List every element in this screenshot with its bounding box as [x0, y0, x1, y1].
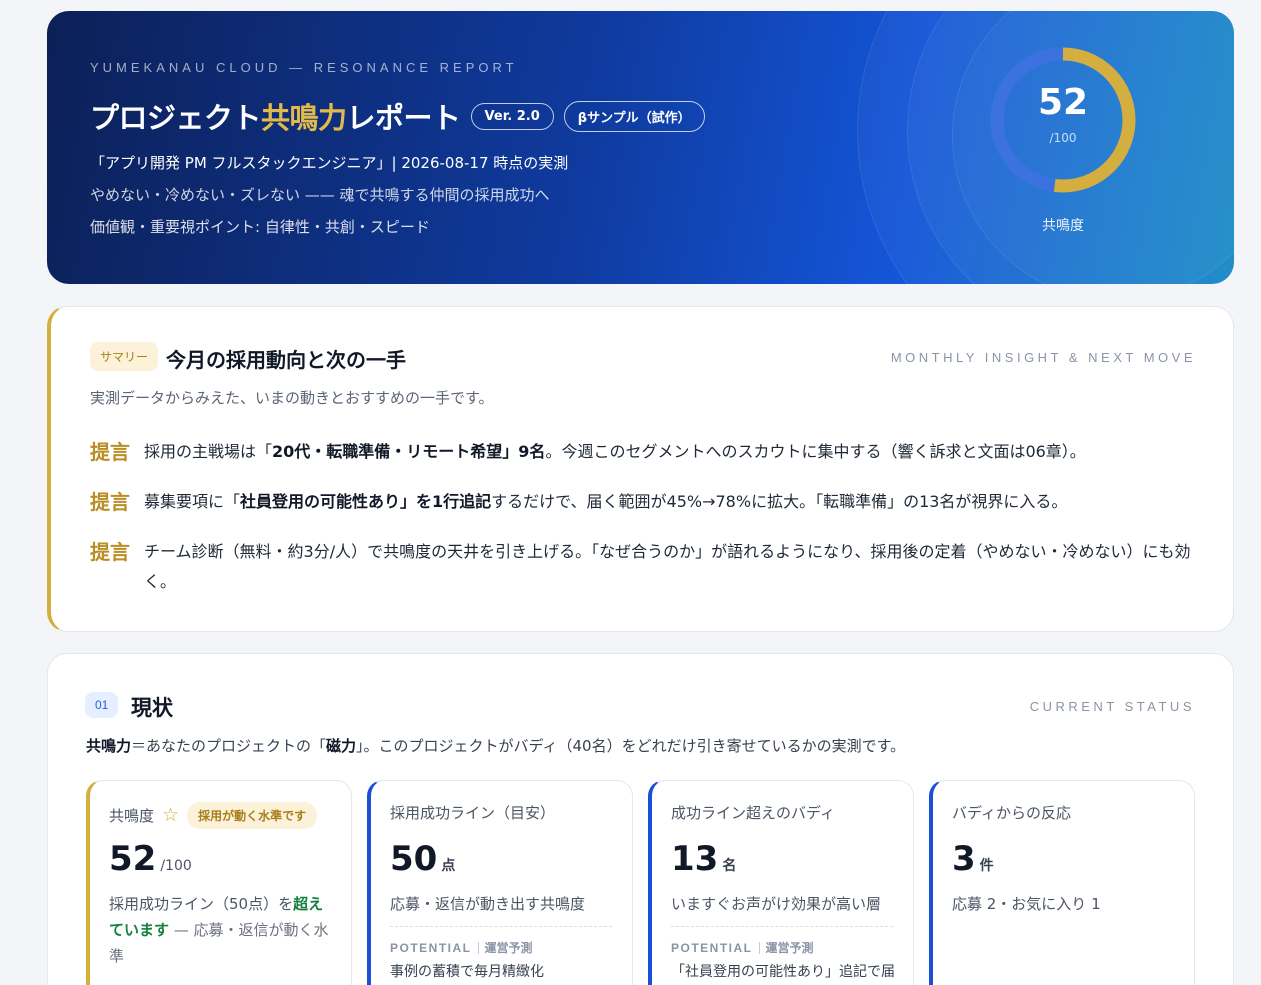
status-english-label: CURRENT STATUS — [1029, 699, 1195, 714]
proposal-text-part: するだけで、届く範囲が45%→78%に拡大。「転職準備」の13名が視界に入る。 — [491, 492, 1068, 511]
potential-key: POTENTIAL — [671, 940, 753, 955]
potential-text: 「社員登用の可能性あり」追記で届 — [671, 964, 895, 980]
status-desc-bold: 共鳴力 — [86, 737, 132, 755]
potential-value: 運営予測 — [765, 941, 814, 955]
status-desc-part: 」。このプロジェクトがバディ（40名）をどれだけ引き寄せているかの実測です。 — [356, 737, 906, 755]
kpi-label: 共鳴度 — [109, 807, 155, 825]
hero-title-row: プロジェクト共鳴力レポート Ver. 2.0 βサンプル（試作） — [90, 95, 705, 137]
kpi-divider — [390, 926, 612, 927]
proposal-item: 提言 チーム診断（無料・約3分/人）で共鳴度の天井を引き上げる。「なぜ合うのか」… — [90, 539, 1200, 597]
kpi-card-resonance: 共鳴度 ☆ 採用が動く水準です 52 /100 採用成功ライン（50点）を超えて… — [86, 780, 352, 985]
kpi-label: バディからの反応 — [952, 804, 1071, 822]
kpi-label: 採用成功ライン（目安） — [390, 804, 556, 822]
proposal-emphasis: 」9名 — [502, 442, 546, 461]
page-title: プロジェクト共鳴力レポート — [90, 95, 461, 137]
kpi-divider — [671, 926, 893, 927]
potential-separator — [477, 941, 479, 954]
kpi-label-row: 共鳴度 ☆ 採用が動く水準です — [109, 802, 318, 829]
kpi-label: 成功ライン超えのバディ — [671, 804, 835, 822]
proposal-text-part: 採用の主戦場は「 — [144, 442, 273, 461]
proposal-text: 募集要項に「社員登用の可能性あり」を1行追記するだけで、届く範囲が45%→78%… — [144, 487, 1067, 517]
proposal-badge: 提言 — [90, 440, 130, 464]
summary-card: サマリー 今月の採用動向と次の一手 MONTHLY INSIGHT & NEXT… — [47, 306, 1234, 632]
proposal-text-part: 。今週このセグメントへのスカウトに集中する（響く訴求と文面は06章）。 — [545, 442, 1086, 461]
summary-tag: サマリー — [90, 342, 159, 371]
title-part: プロジェクト — [90, 101, 262, 135]
proposal-emphasis: 20代・転職準備・リモート希望 — [272, 442, 503, 461]
star-outline-icon: ☆ — [162, 804, 180, 826]
status-title: 現状 — [131, 696, 173, 720]
kpi-potential-label: POTENTIAL 運営予測 — [671, 939, 814, 956]
proposal-item: 提言 募集要項に「社員登用の可能性あり」を1行追記するだけで、届く範囲が45%→… — [90, 489, 1200, 517]
kpi-label-row: バディからの反応 — [952, 802, 1071, 823]
potential-value: 運営予測 — [484, 941, 533, 955]
summary-lead: 実測データからみえた、いまの動きとおすすめの一手です。 — [90, 389, 494, 407]
proposal-emphasis: 」を1行追記 — [400, 492, 492, 511]
proposal-badge: 提言 — [90, 540, 130, 564]
gauge-label: 共鳴度 — [1042, 218, 1084, 234]
kpi-note: いますぐお声がけ効果が高い層 — [671, 895, 882, 913]
kpi-potential-label: POTENTIAL 運営予測 — [390, 939, 533, 956]
kpi-label-row: 成功ライン超えのバディ — [671, 802, 835, 823]
kpi-card-buddies-over-line: 成功ライン超えのバディ 13 名 いますぐお声がけ効果が高い層 POTENTIA… — [648, 780, 914, 985]
kpi-note-part: 採用成功ライン（50点）を — [109, 895, 294, 913]
kpi-value-row: 3 件 — [952, 839, 994, 879]
beta-pill: βサンプル（試作） — [563, 100, 705, 132]
status-desc-bold: 磁力 — [326, 737, 357, 755]
summary-heading: 今月の採用動向と次の一手 — [166, 348, 406, 372]
kpi-value: 50 — [390, 839, 438, 879]
proposal-emphasis: 社員登用の可能性あり — [240, 492, 401, 511]
kpi-note: 応募・返信が動き出す共鳴度 — [390, 895, 586, 913]
potential-text: 事例の蓄積で毎月精緻化 — [390, 964, 544, 980]
kpi-note: 採用成功ライン（50点）を超えています — 応募・返信が動く水準 — [109, 891, 329, 969]
kpi-label-row: 採用成功ライン（目安） — [390, 802, 555, 823]
kpi-value-row: 52 /100 — [109, 839, 192, 879]
status-desc-part: ＝あなたのプロジェクトの「 — [131, 737, 327, 755]
gauge-value: 52 — [1037, 82, 1089, 123]
kpi-card-success-line: 採用成功ライン（目安） 50 点 応募・返信が動き出す共鳴度 POTENTIAL… — [367, 780, 633, 985]
hero-values: 価値観・重要視ポイント: 自律性・共創・スピード — [90, 218, 430, 236]
kpi-value-row: 50 点 — [390, 839, 455, 879]
proposal-text: 採用の主戦場は「20代・転職準備・リモート希望」9名。今週このセグメントへのスカ… — [144, 437, 1086, 467]
proposal-badge: 提言 — [90, 490, 130, 514]
kpi-value-row: 13 名 — [671, 839, 736, 879]
gauge-max: /100 — [1049, 131, 1077, 145]
title-part: レポート — [346, 101, 462, 135]
kpi-value: 52 — [109, 839, 157, 879]
kpi-unit: 名 — [722, 858, 737, 874]
kpi-card-buddy-reactions: バディからの反応 3 件 応募 2・お気に入り 1 — [929, 780, 1195, 985]
kpi-note: 応募 2・お気に入り 1 — [952, 895, 1101, 913]
hero-tagline: やめない・冷めない・ズレない —— 魂で共鳴する仲間の採用成功へ — [90, 186, 550, 204]
hero-kicker: YUMEKANAU CLOUD — RESONANCE REPORT — [90, 60, 518, 75]
section-number: 01 — [85, 692, 119, 718]
kpi-value: 13 — [671, 839, 719, 879]
potential-separator — [758, 941, 760, 954]
title-accent: 共鳴力 — [261, 101, 347, 135]
kpi-unit: 件 — [979, 858, 994, 874]
potential-key: POTENTIAL — [390, 940, 472, 955]
summary-english-label: MONTHLY INSIGHT & NEXT MOVE — [890, 350, 1196, 365]
kpi-status-badge: 採用が動く水準です — [187, 802, 318, 829]
status-section: 01 現状 CURRENT STATUS 共鳴力＝あなたのプロジェクトの「磁力」… — [47, 653, 1234, 985]
hero-subtitle: 「アプリ開発 PM フルスタックエンジニア」| 2026-08-17 時点の実測 — [90, 154, 569, 172]
version-pill: Ver. 2.0 — [470, 102, 554, 130]
proposal-text: チーム診断（無料・約3分/人）で共鳴度の天井を引き上げる。「なぜ合うのか」が語れ… — [144, 542, 1191, 591]
status-description: 共鳴力＝あなたのプロジェクトの「磁力」。このプロジェクトがバディ（40名）をどれ… — [86, 735, 905, 756]
kpi-unit: /100 — [160, 858, 192, 874]
kpi-unit: 点 — [441, 858, 456, 874]
proposal-item: 提言 採用の主戦場は「20代・転職準備・リモート希望」9名。今週このセグメントへ… — [90, 439, 1200, 467]
proposal-text-part: 募集要項に「 — [144, 492, 241, 511]
kpi-value: 3 — [952, 839, 976, 879]
